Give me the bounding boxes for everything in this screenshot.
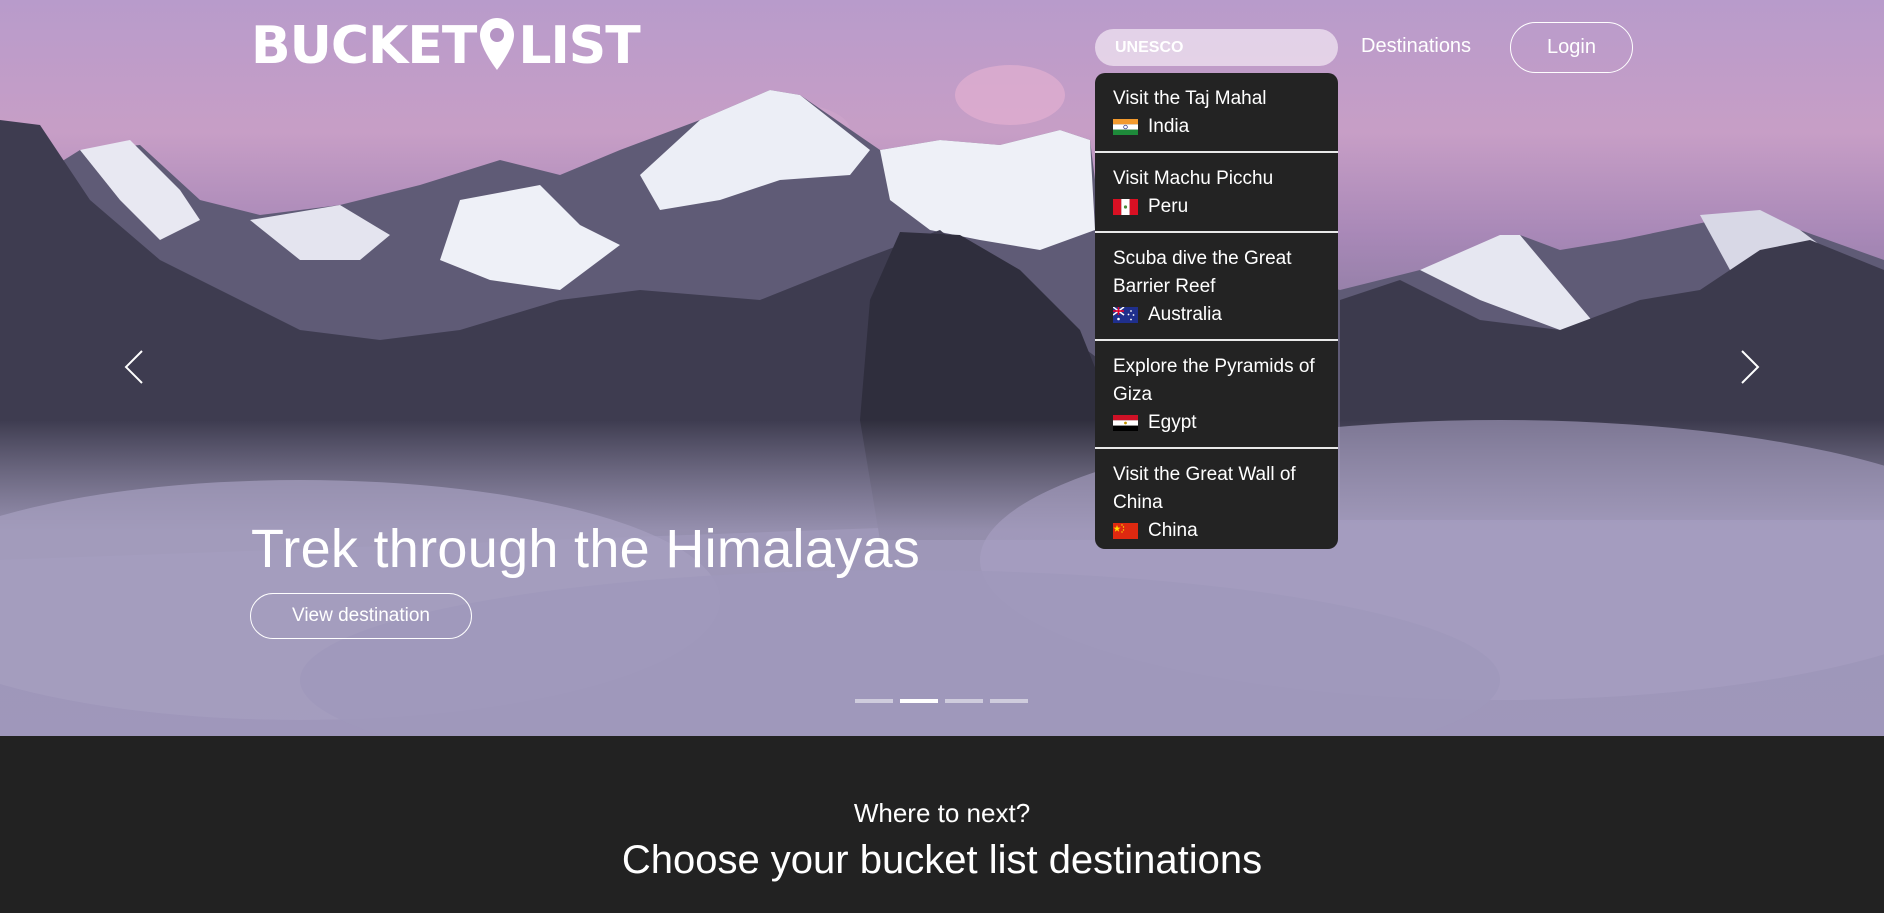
destinations-section: Where to next? Choose your bucket list d… — [0, 736, 1884, 913]
carousel-indicators — [855, 699, 1028, 703]
bucketlist-logo[interactable]: BUCKET LIST — [251, 14, 641, 76]
search-result-item[interactable]: Scuba dive the Great Barrier Reef Austra… — [1095, 233, 1338, 341]
china-flag-icon — [1113, 523, 1138, 539]
carousel-indicator-4[interactable] — [990, 699, 1028, 703]
search-result-item[interactable]: Visit Machu Picchu Peru — [1095, 153, 1338, 233]
result-country: Australia — [1148, 304, 1222, 325]
logo-text-list: LIST — [518, 16, 640, 76]
result-title: Visit the Great Wall of China — [1113, 464, 1296, 513]
logo-text-bucket: BUCKET — [251, 16, 477, 76]
result-country-row: Australia — [1113, 301, 1328, 329]
result-country: Peru — [1148, 196, 1189, 217]
result-country-row: Peru — [1113, 193, 1328, 221]
search-result-item[interactable]: Visit the Taj Mahal India — [1095, 73, 1338, 153]
hero-carousel: BUCKET LIST Destinations Login Visit the… — [0, 0, 1884, 736]
search-bar — [1095, 29, 1338, 66]
section-title: Choose your bucket list destinations — [621, 838, 1263, 882]
result-country-row: India — [1113, 113, 1328, 141]
carousel-indicator-1[interactable] — [855, 699, 893, 703]
chevron-right-icon[interactable] — [1738, 348, 1762, 386]
hero-headline: Trek through the Himalayas — [251, 519, 921, 579]
india-flag-icon — [1113, 119, 1138, 135]
result-title: Explore the Pyramids of Giza — [1113, 356, 1315, 405]
search-input[interactable] — [1113, 37, 1336, 58]
location-pin-icon — [480, 18, 515, 70]
chevron-left-icon[interactable] — [122, 348, 146, 386]
search-result-item[interactable]: Visit the Great Wall of China China — [1095, 449, 1338, 549]
result-title: Visit the Taj Mahal — [1113, 88, 1267, 109]
view-destination-button[interactable]: View destination — [250, 593, 472, 639]
peru-flag-icon — [1113, 199, 1138, 215]
carousel-indicator-3[interactable] — [945, 699, 983, 703]
result-country: China — [1148, 520, 1198, 541]
result-country: India — [1148, 116, 1190, 137]
result-country: Egypt — [1148, 412, 1197, 433]
result-title: Visit Machu Picchu — [1113, 168, 1274, 189]
result-country-row: Egypt — [1113, 409, 1328, 437]
login-button[interactable]: Login — [1510, 22, 1633, 73]
search-result-item[interactable]: Explore the Pyramids of Giza Egypt — [1095, 341, 1338, 449]
nav-destinations-link[interactable]: Destinations — [1361, 35, 1471, 58]
carousel-indicator-2[interactable] — [900, 699, 938, 703]
section-subtitle: Where to next? — [853, 798, 1031, 828]
egypt-flag-icon — [1113, 415, 1138, 431]
search-results-dropdown: Visit the Taj Mahal India Visit Machu Pi… — [1095, 73, 1338, 549]
result-country-row: China — [1113, 517, 1328, 545]
result-title: Scuba dive the Great Barrier Reef — [1113, 248, 1292, 297]
australia-flag-icon — [1113, 307, 1138, 323]
